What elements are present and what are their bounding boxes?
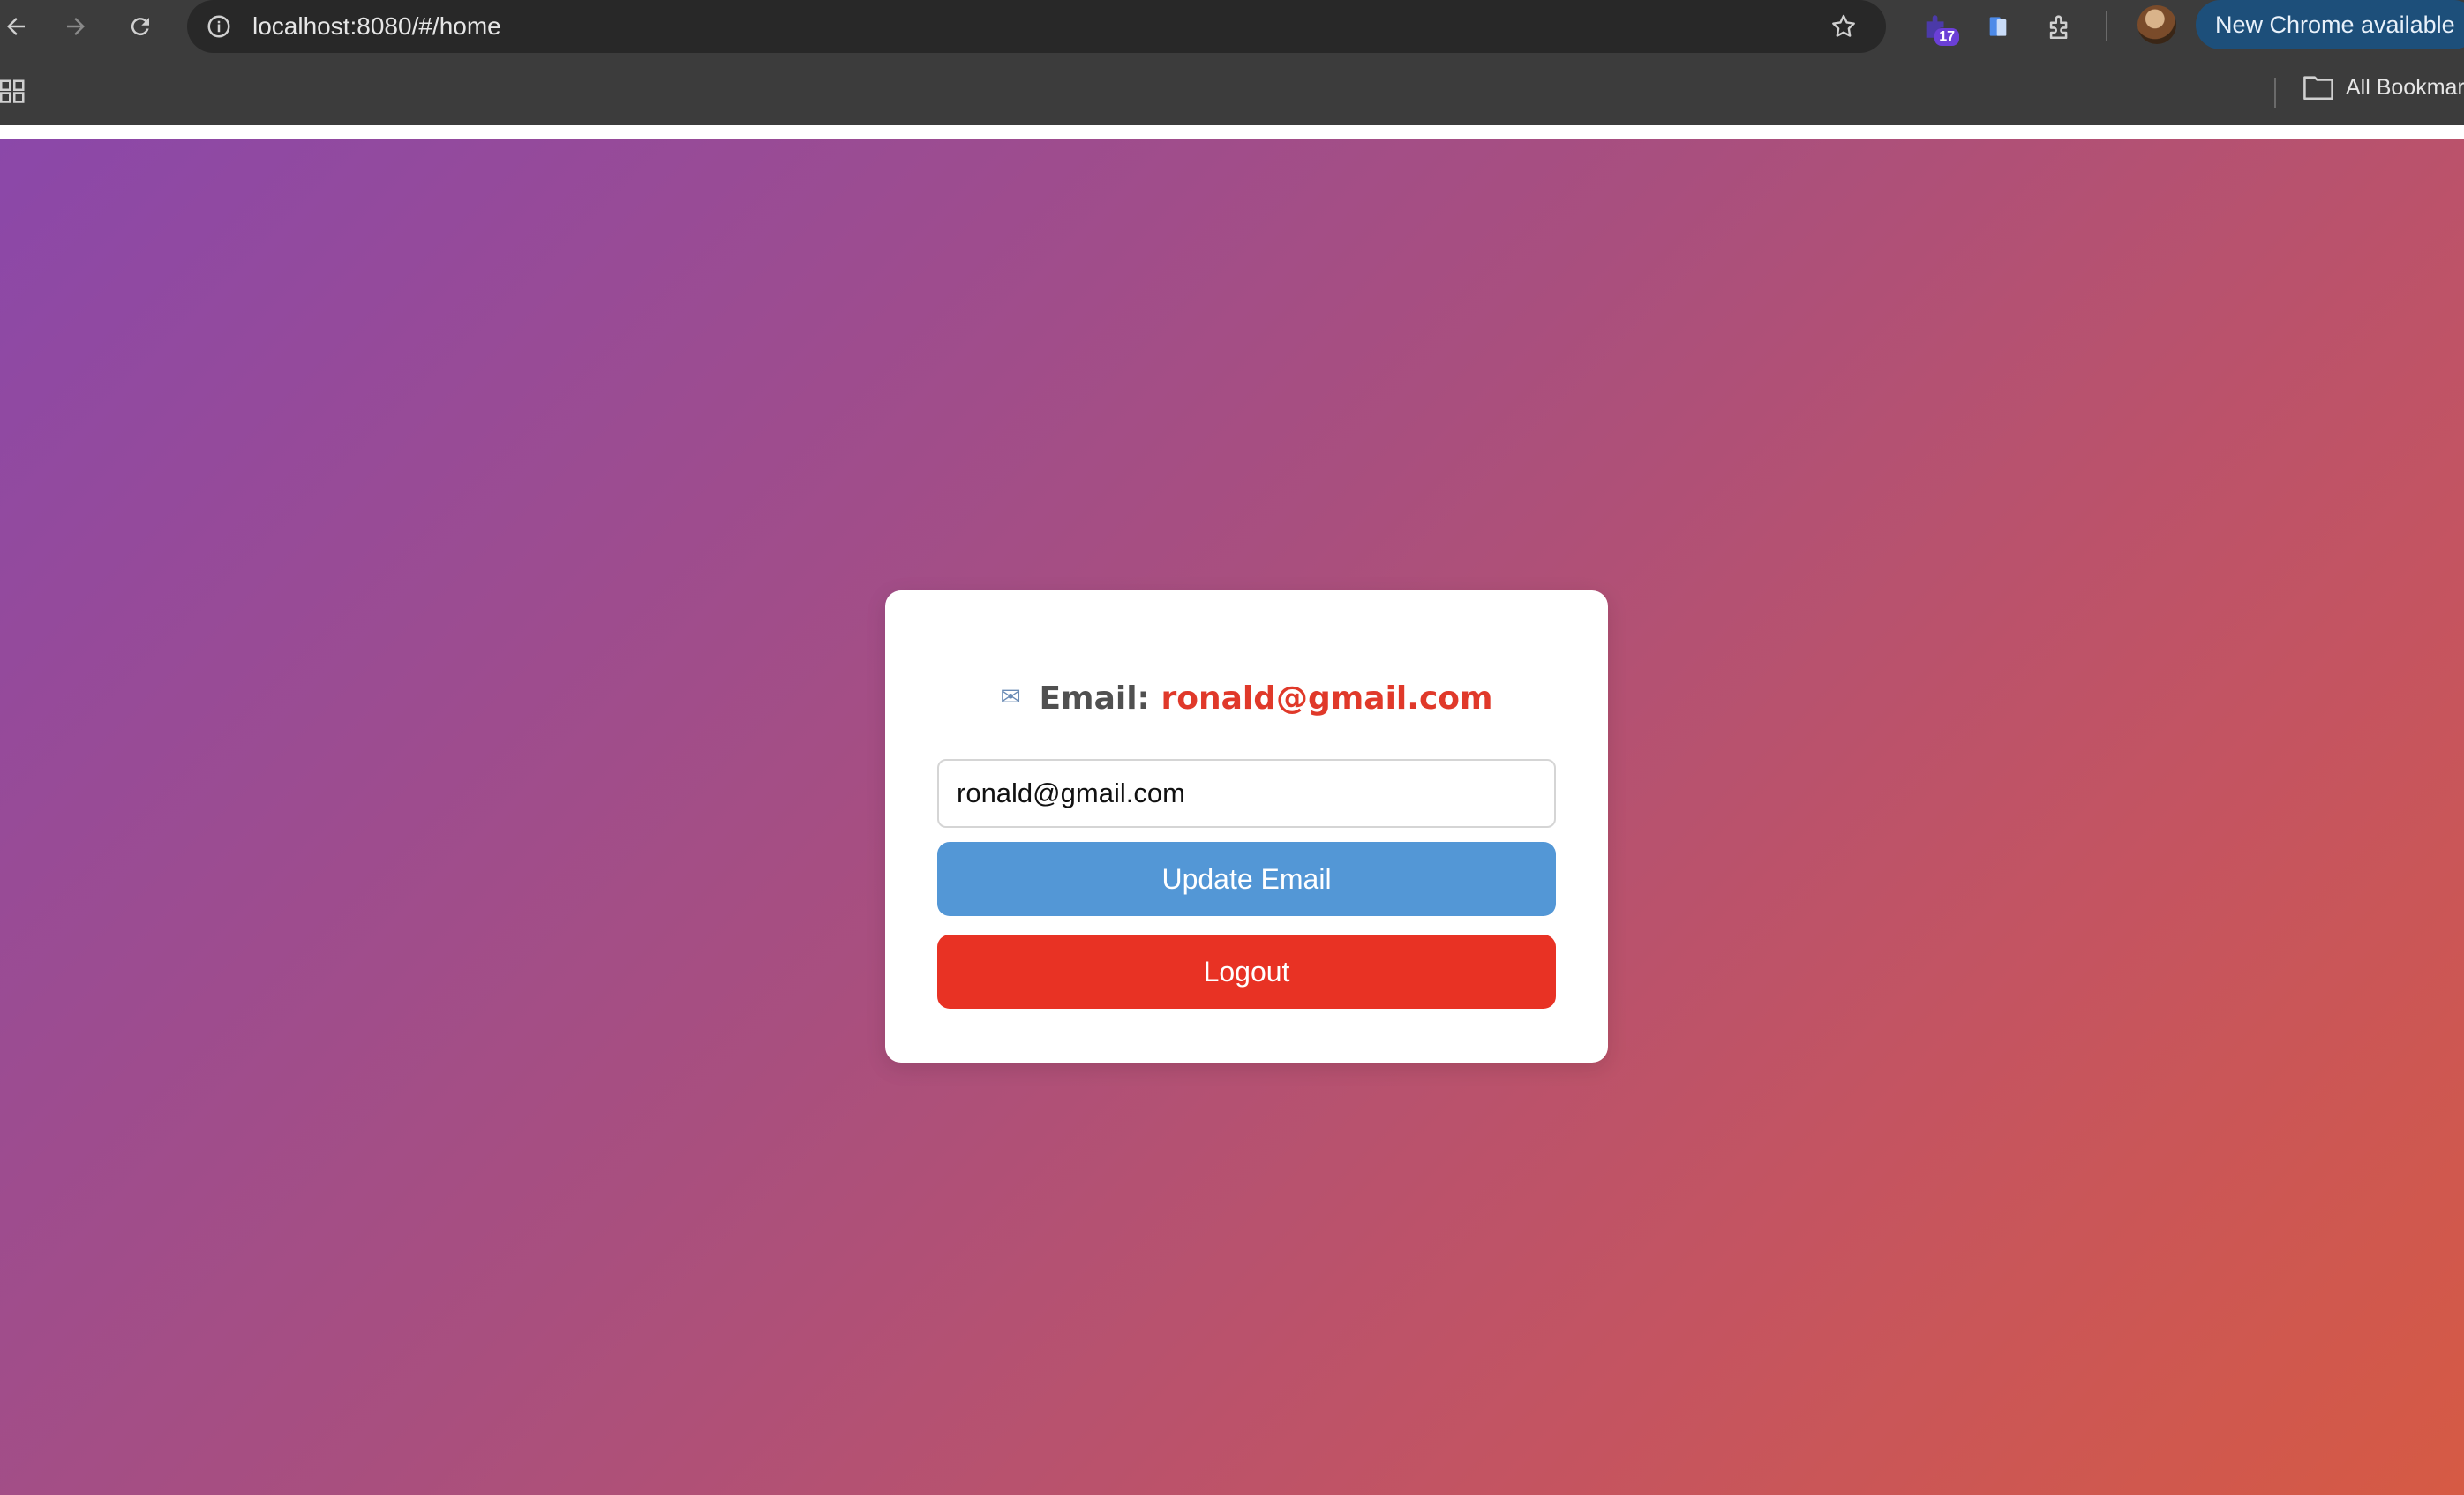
folder-icon (2303, 76, 2333, 101)
reload-icon (131, 18, 149, 36)
puzzle-piece-icon (2049, 15, 2068, 40)
document-extension-icon (1989, 17, 2007, 36)
toolbar-divider (2106, 11, 2107, 41)
extension-button-2[interactable] (1977, 5, 2019, 48)
forward-button[interactable] (55, 5, 97, 48)
site-info-icon[interactable] (203, 11, 235, 42)
back-button[interactable] (0, 5, 37, 48)
browser-toolbar: localhost:8080/#/home 17 New Chrome avai… (0, 0, 2464, 53)
extension-button[interactable]: 17 (1915, 5, 1959, 48)
envelope-icon: ✉ (1000, 682, 1021, 711)
logout-button[interactable]: Logout (937, 935, 1556, 1009)
extensions-menu-button[interactable] (2039, 5, 2081, 48)
all-bookmarks-button[interactable]: All Bookmarks (2303, 74, 2464, 101)
forward-arrow-icon (67, 18, 85, 35)
reload-button[interactable] (119, 5, 162, 48)
all-bookmarks-label: All Bookmarks (2346, 74, 2464, 100)
address-bar[interactable]: localhost:8080/#/home (187, 0, 1886, 53)
browser-chrome: localhost:8080/#/home 17 New Chrome avai… (0, 0, 2464, 125)
email-heading-value: ronald@gmail.com (1161, 680, 1493, 717)
email-input[interactable] (937, 759, 1556, 828)
email-heading-label: Email: (1039, 680, 1150, 717)
page-background: ✉ Email: ronald@gmail.com Update Email L… (0, 139, 2464, 1495)
profile-avatar[interactable] (2137, 5, 2176, 44)
email-card: ✉ Email: ronald@gmail.com Update Email L… (885, 590, 1608, 1063)
bookmarks-divider (2274, 78, 2276, 108)
extension-badge: 17 (1934, 28, 1959, 46)
chrome-update-button[interactable]: New Chrome available (2196, 0, 2464, 49)
update-email-button[interactable]: Update Email (937, 842, 1556, 916)
back-arrow-icon (7, 18, 25, 35)
bookmarks-bar: All Bookmarks (0, 71, 2464, 116)
email-heading: ✉ Email: ronald@gmail.com (885, 680, 1608, 717)
bookmark-star-icon[interactable] (1826, 9, 1861, 44)
apps-grid-icon[interactable] (0, 78, 26, 104)
address-bar-url[interactable]: localhost:8080/#/home (252, 9, 501, 44)
page-top-divider (0, 125, 2464, 139)
